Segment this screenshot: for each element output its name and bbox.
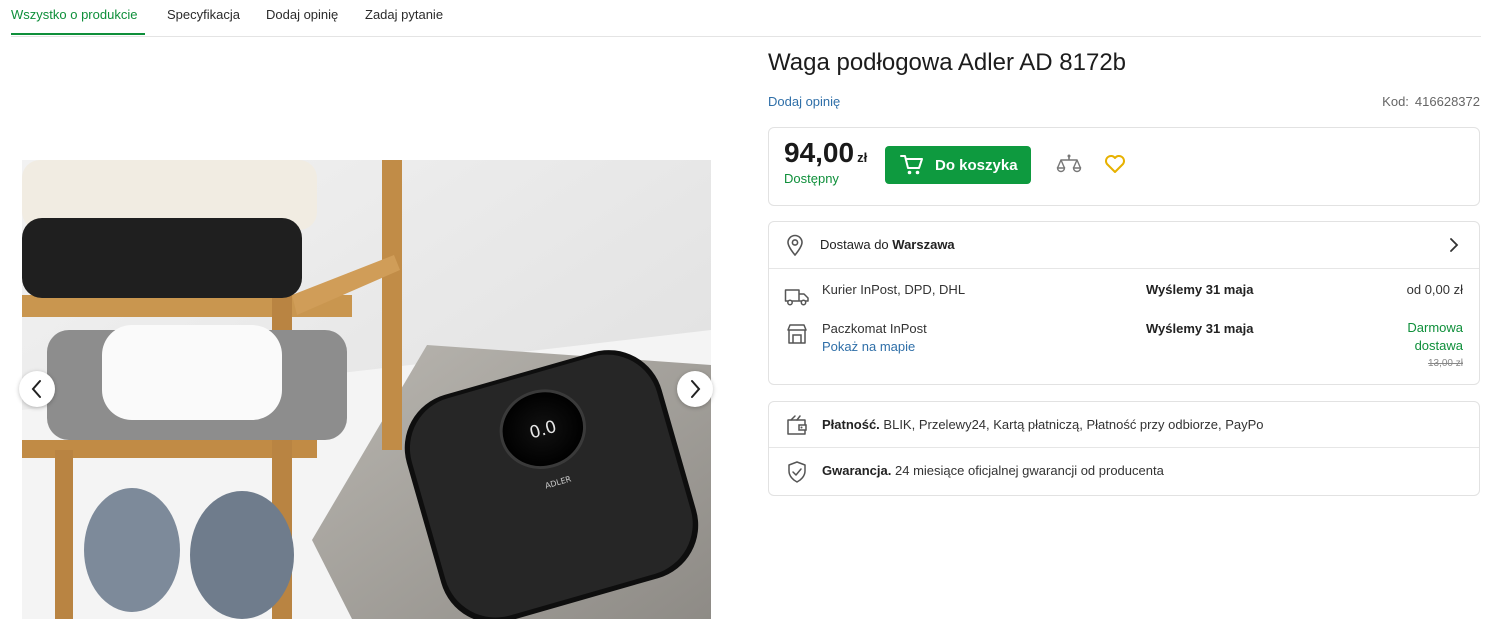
wallet-icon [785,414,809,441]
add-review-link[interactable]: Dodaj opinię [768,94,840,109]
tab-add-review[interactable]: Dodaj opinię [266,7,338,22]
price-value: 94,00 [784,137,855,168]
payment-methods: BLIK, Przelewy24, Kartą płatniczą, Płatn… [883,417,1264,432]
delivery-option-price: od 0,00 zł [1406,282,1463,297]
arrow-right-icon [691,380,701,398]
delivery-location-selector[interactable]: Dostawa do Warszawa [769,222,1479,269]
delivery-option-ship-date: Wyślemy 31 maja [1146,321,1254,336]
warranty-info: Gwarancja. 24 miesiące oficjalnej gwaran… [822,463,1164,478]
product-title: Waga podłogowa Adler AD 8172b [768,49,1127,76]
heart-icon[interactable] [1104,154,1126,179]
delivery-option-name: Kurier InPost, DPD, DHL [822,282,966,297]
gallery-next-button[interactable] [677,371,713,407]
delivery-box: Dostawa do Warszawa Kurier InPost, DPD, … [768,221,1480,385]
warranty-label: Gwarancja. [822,463,892,478]
shield-check-icon [786,460,808,489]
tab-ask-question[interactable]: Zadaj pytanie [365,7,443,22]
product-image[interactable]: 0.0 ADLER [22,160,711,619]
cart-icon [900,154,924,176]
product-code-value: 416628372 [1414,94,1480,109]
chevron-right-icon [1449,238,1459,257]
delivery-heading-prefix: Dostawa do [820,237,889,252]
payment-info: Płatność. BLIK, Przelewy24, Kartą płatni… [822,417,1264,432]
availability-status: Dostępny [784,171,839,186]
price: 94,00 zł [784,137,867,169]
parcel-locker-icon [786,323,808,350]
delivery-option-price: Darmowa dostawa [1407,320,1463,353]
warranty-text: 24 miesiące oficjalnej gwarancji od prod… [895,463,1164,478]
delivery-heading: Dostawa do Warszawa [820,237,955,252]
delivery-option-name: Paczkomat InPost [822,321,927,336]
show-on-map-link[interactable]: Pokaż na mapie [822,339,915,354]
add-to-cart-label: Do koszyka [935,156,1018,174]
product-tabs: Wszystko o produkcie Specyfikacja Dodaj … [11,0,1481,37]
payment-label: Płatność. [822,417,880,432]
add-to-cart-button[interactable]: Do koszyka [885,146,1031,184]
product-code: Kod: 416628372 [1382,94,1480,109]
price-currency: zł [857,150,868,165]
info-box: Płatność. BLIK, Przelewy24, Kartą płatni… [768,401,1480,496]
map-pin-icon [786,234,804,261]
delivery-city: Warszawa [892,237,955,252]
product-code-label: Kod: [1382,94,1409,109]
truck-icon [784,287,810,312]
gallery-prev-button[interactable] [19,371,55,407]
arrow-left-icon [31,380,41,398]
active-tab-indicator [11,33,145,35]
delivery-option-old-price: 13,00 zł [1427,358,1463,369]
payment-row: Płatność. BLIK, Przelewy24, Kartą płatni… [769,402,1479,448]
compare-scale-icon[interactable] [1056,153,1082,182]
delivery-option-ship-date: Wyślemy 31 maja [1146,282,1254,297]
price-box: 94,00 zł Dostępny Do koszyka [768,127,1480,206]
tab-specification[interactable]: Specyfikacja [167,7,240,22]
tab-all-about-product[interactable]: Wszystko o produkcie [11,7,137,22]
